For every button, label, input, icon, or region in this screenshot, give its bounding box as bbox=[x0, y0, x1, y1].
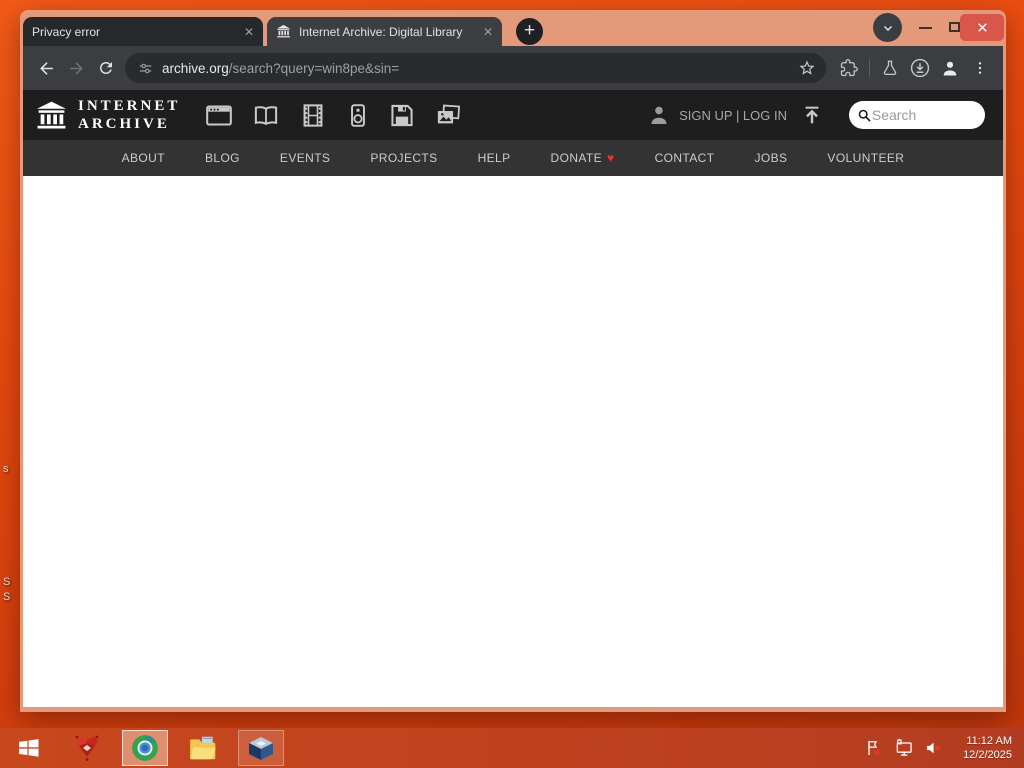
toolbar-separator bbox=[869, 59, 870, 77]
desktop-icon-label-fragment: S bbox=[3, 576, 11, 588]
media-type-tabs bbox=[204, 102, 463, 129]
nav-jobs[interactable]: JOBS bbox=[754, 151, 787, 165]
heart-icon: ♥ bbox=[607, 151, 615, 165]
video-icon[interactable] bbox=[298, 102, 328, 129]
internet-archive-logo[interactable] bbox=[35, 99, 68, 132]
browser-window: Privacy error ✕ Internet Archive: Digita… bbox=[20, 10, 1006, 712]
windows-logo-icon bbox=[19, 739, 39, 757]
red-app-icon bbox=[75, 735, 99, 761]
clock-date: 12/2/2025 bbox=[963, 749, 1012, 761]
taskbar-file-explorer[interactable] bbox=[174, 728, 232, 768]
profile-avatar-icon bbox=[943, 61, 957, 76]
wordmark-line2: ARCHIVE bbox=[78, 116, 170, 132]
extensions-button[interactable] bbox=[834, 53, 864, 83]
software-icon[interactable] bbox=[388, 102, 416, 129]
url-path: /search?query=win8pe&sin= bbox=[228, 60, 400, 76]
taskbar-browser[interactable] bbox=[116, 728, 174, 768]
chevron-down-icon bbox=[883, 25, 892, 31]
url-bar[interactable]: archive.org/search?query=win8pe&sin= bbox=[125, 53, 826, 83]
nav-contact[interactable]: CONTACT bbox=[655, 151, 715, 165]
texts-icon[interactable] bbox=[251, 102, 281, 129]
back-arrow-icon bbox=[39, 61, 53, 75]
forward-arrow-icon bbox=[69, 61, 83, 75]
url-domain: archive.org bbox=[162, 60, 229, 76]
clock-time: 11:12 AM bbox=[966, 734, 1012, 747]
tab-title: Privacy error bbox=[32, 24, 101, 39]
nav-donate[interactable]: DONATE ♥ bbox=[551, 151, 615, 165]
web-icon[interactable] bbox=[204, 102, 234, 129]
tab-title: Internet Archive: Digital Library bbox=[299, 24, 463, 39]
taskbar-browser-tile[interactable] bbox=[122, 730, 168, 766]
desktop-icon-label-fragment: s bbox=[3, 463, 9, 475]
nav-volunteer[interactable]: VOLUNTEER bbox=[827, 151, 904, 165]
flask-icon bbox=[883, 60, 897, 76]
volume-muted-icon[interactable] bbox=[924, 738, 944, 758]
search-input[interactable] bbox=[871, 107, 977, 123]
tab-close-icon[interactable]: ✕ bbox=[244, 25, 254, 39]
bookmark-star-icon[interactable] bbox=[798, 59, 816, 77]
tab-close-icon[interactable]: ✕ bbox=[483, 25, 493, 39]
archive-navbar: ABOUT BLOG EVENTS PROJECTS HELP DONATE ♥ … bbox=[23, 140, 1003, 176]
signup-login-link[interactable]: SIGN UP | LOG IN bbox=[679, 108, 787, 123]
minimize-button[interactable] bbox=[919, 27, 932, 29]
nav-donate-label: DONATE bbox=[550, 151, 603, 165]
labs-button[interactable] bbox=[875, 53, 905, 83]
tab-search-button[interactable] bbox=[873, 13, 902, 42]
archive-search-box[interactable] bbox=[849, 101, 985, 129]
images-icon[interactable] bbox=[433, 102, 463, 129]
close-icon bbox=[977, 23, 987, 32]
tab-privacy-error[interactable]: Privacy error ✕ bbox=[23, 17, 263, 46]
url-text[interactable]: archive.org/search?query=win8pe&sin= bbox=[162, 61, 798, 76]
desktop-icon-label-fragment: S bbox=[3, 591, 11, 603]
back-button[interactable] bbox=[31, 53, 61, 83]
page-content-blank bbox=[23, 176, 1003, 707]
maximize-button[interactable] bbox=[949, 22, 960, 32]
extensions-puzzle-icon bbox=[840, 59, 858, 77]
download-icon bbox=[910, 58, 930, 78]
forward-button[interactable] bbox=[61, 53, 91, 83]
upload-icon[interactable] bbox=[801, 104, 823, 126]
wordmark-line1: INTERNET bbox=[78, 98, 181, 114]
taskbar-clock[interactable]: 11:12 AM 12/2/2025 bbox=[950, 734, 1012, 763]
taskbar-virtualbox[interactable] bbox=[232, 728, 290, 768]
notifications-flag-icon[interactable] bbox=[864, 738, 884, 758]
browser-titlebar[interactable]: Privacy error ✕ Internet Archive: Digita… bbox=[20, 10, 1006, 46]
browser-icon bbox=[132, 735, 158, 761]
kebab-menu-icon bbox=[978, 62, 982, 74]
tab-internet-archive[interactable]: Internet Archive: Digital Library ✕ bbox=[267, 17, 502, 46]
virtualbox-icon bbox=[249, 737, 273, 760]
close-button[interactable] bbox=[960, 14, 1004, 41]
audio-icon[interactable] bbox=[345, 102, 371, 129]
file-explorer-icon bbox=[190, 736, 216, 760]
nav-about[interactable]: ABOUT bbox=[122, 151, 165, 165]
archive-header: INTERNET ARCHIVE SIGN UP | LOG IN Search bbox=[23, 90, 1003, 140]
start-button[interactable] bbox=[0, 728, 58, 768]
reload-icon bbox=[99, 61, 112, 74]
search-icon bbox=[858, 109, 871, 122]
nav-projects[interactable]: PROJECTS bbox=[370, 151, 437, 165]
taskbar-virtualbox-tile[interactable] bbox=[238, 730, 284, 766]
nav-help[interactable]: HELP bbox=[478, 151, 511, 165]
display-icon[interactable] bbox=[893, 738, 915, 758]
menu-button[interactable] bbox=[965, 53, 995, 83]
windows-taskbar: 11:12 AM 12/2/2025 bbox=[0, 728, 1024, 768]
nav-events[interactable]: EVENTS bbox=[280, 151, 330, 165]
user-icon[interactable] bbox=[647, 103, 671, 127]
internet-archive-favicon bbox=[276, 24, 291, 38]
nav-blog[interactable]: BLOG bbox=[205, 151, 240, 165]
profile-button[interactable] bbox=[935, 53, 965, 83]
reload-button[interactable] bbox=[91, 53, 121, 83]
browser-toolbar: archive.org/search?query=win8pe&sin= bbox=[23, 46, 1003, 90]
system-tray bbox=[864, 738, 944, 758]
taskbar-red-app[interactable] bbox=[58, 728, 116, 768]
downloads-button[interactable] bbox=[905, 53, 935, 83]
new-tab-button[interactable]: + bbox=[516, 18, 543, 45]
site-settings-icon[interactable] bbox=[137, 60, 154, 77]
archive-wordmark[interactable]: INTERNET ARCHIVE bbox=[78, 97, 180, 133]
